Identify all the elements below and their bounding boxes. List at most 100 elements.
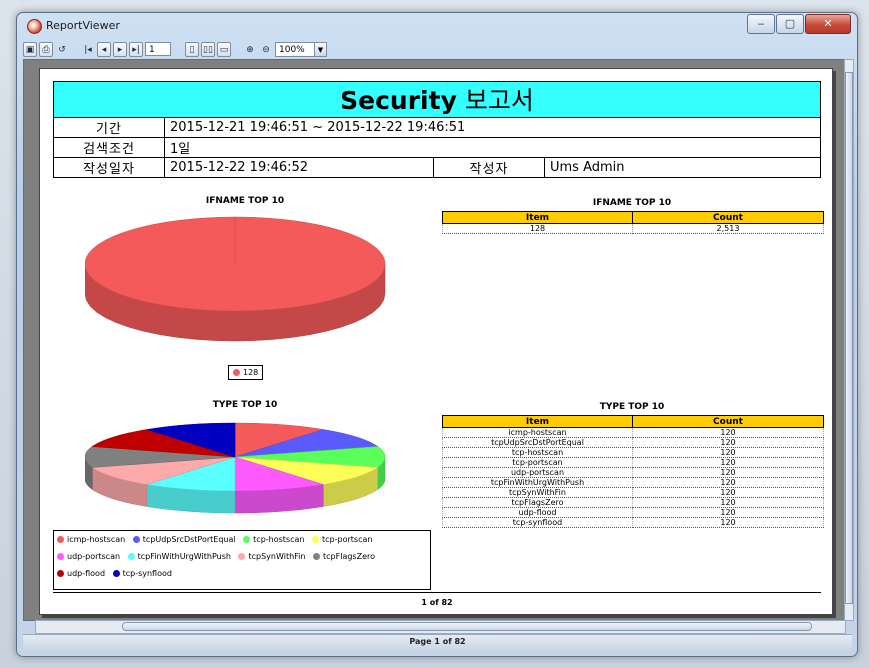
legend-swatch [243, 536, 251, 543]
minimize-button[interactable]: ‒ [747, 14, 775, 34]
ifname-table-title: IFNAME TOP 10 [592, 198, 672, 208]
table-row: icmp-hostscan 120 [442, 427, 824, 438]
legend-item: udp-portscan [57, 552, 120, 561]
table-row: 128 2,513 [442, 223, 824, 234]
legend-row: icmp-hostscan tcpUdpSrcDstPortEqual tcp-… [57, 535, 427, 552]
author-label: 작성자 [433, 157, 545, 178]
legend-swatch [312, 536, 320, 543]
column-header-count: Count [632, 211, 824, 224]
legend-label: tcpSynWithFin [248, 552, 306, 561]
legend-label: 128 [243, 368, 259, 377]
column-header-item: Item [442, 211, 633, 224]
cell-count: 2,513 [632, 223, 824, 234]
chevron-down-icon[interactable]: ▼ [314, 42, 326, 56]
legend-swatch [233, 369, 240, 376]
cell-item: tcp-hostscan [442, 447, 633, 458]
zoom-select[interactable]: 100% ▼ [275, 41, 327, 57]
type-pie-chart [85, 422, 386, 514]
close-button[interactable]: ✕ [805, 14, 851, 34]
table-row: tcpFlagsZero 120 [442, 497, 824, 508]
next-page-icon[interactable]: ▸ [113, 41, 127, 57]
cell-item: tcpSynWithFin [442, 487, 633, 498]
cell-count: 120 [632, 427, 824, 438]
cell-count: 120 [632, 487, 824, 498]
table-row: udp-flood 120 [442, 507, 824, 518]
vertical-scroll-thumb[interactable] [845, 72, 853, 604]
zoom-value: 100% [279, 44, 305, 55]
column-header-item: Item [442, 415, 633, 428]
first-page-icon[interactable]: |◂ [81, 42, 95, 57]
legend-label: udp-portscan [67, 552, 121, 561]
zoom-out-icon[interactable]: ⊖ [259, 42, 273, 57]
author-value: Ums Admin [544, 157, 821, 178]
cell-count: 120 [632, 457, 824, 468]
legend-item: tcp-synflood [112, 569, 172, 578]
created-label: 작성일자 [53, 157, 165, 178]
legend-label: udp-flood [67, 569, 106, 578]
cell-item: tcp-portscan [442, 457, 633, 468]
page-footer: 1 of 82 [421, 598, 453, 607]
legend-label: tcp-hostscan [253, 535, 305, 544]
ifname-table: Item Count 128 2,513 [442, 211, 824, 234]
legend-label: tcp-portscan [322, 535, 373, 544]
table-row: tcp-synflood 120 [442, 517, 824, 528]
type-chart-title: TYPE TOP 10 [212, 400, 278, 410]
page-number-input[interactable]: 1 [145, 42, 171, 56]
maximize-button[interactable]: ▢ [776, 14, 804, 34]
legend-label: tcp-synflood [122, 569, 172, 578]
criteria-label: 검색조건 [53, 137, 165, 158]
report-title-ko: 보고서 [464, 86, 534, 115]
last-page-icon[interactable]: ▸| [129, 41, 143, 57]
type-table: Item Count icmp-hostscan 120 tcpUdpSrcDstP… [442, 415, 824, 528]
save-icon[interactable]: ▣ [23, 41, 37, 57]
table-row: tcpUdpSrcDstPortEqual 120 [442, 437, 824, 448]
single-page-icon[interactable]: ▯ [185, 41, 199, 57]
cell-count: 120 [632, 447, 824, 458]
app-icon [27, 19, 42, 34]
report-page: Security 보고서 기간 2015-12-21 19:46:51 ~ 20… [39, 68, 833, 615]
period-value: 2015-12-21 19:46:51 ~ 2015-12-22 19:46:5… [164, 117, 821, 138]
horizontal-scroll-thumb[interactable] [122, 622, 812, 631]
legend-swatch [127, 553, 135, 560]
cell-item: tcp-synflood [442, 517, 633, 528]
legend-label: tcpFlagsZero [323, 552, 376, 561]
report-viewer-window: ReportViewer ‒ ▢ ✕ ▣ ⎙ ↺ |◂ ◂ ▸ ▸| 1 ▯ ▯… [16, 12, 858, 657]
created-value: 2015-12-22 19:46:52 [164, 157, 434, 178]
legend-row: udp-portscan tcpFinWithUrgWithPush tcpSy… [57, 552, 427, 569]
report-title: Security 보고서 [53, 81, 821, 118]
legend-item: tcpSynWithFin [238, 552, 305, 561]
cell-count: 120 [632, 507, 824, 518]
legend-item: tcpUdpSrcDstPortEqual [132, 535, 236, 544]
continuous-page-icon[interactable]: ▯▯ [201, 41, 215, 57]
legend-item: udp-flood [57, 569, 105, 578]
cell-count: 120 [632, 517, 824, 528]
window-title: ReportViewer [46, 19, 120, 32]
zoom-in-icon[interactable]: ⊕ [243, 42, 257, 57]
ifname-chart-title: IFNAME TOP 10 [205, 196, 285, 206]
legend-swatch [132, 536, 140, 543]
cell-item: icmp-hostscan [442, 427, 633, 438]
footer-divider [53, 592, 821, 593]
cell-item: udp-portscan [442, 467, 633, 478]
type-table-title: TYPE TOP 10 [599, 402, 665, 412]
print-icon[interactable]: ⎙ [39, 41, 53, 57]
type-legend: icmp-hostscan tcpUdpSrcDstPortEqual tcp-… [53, 530, 431, 590]
criteria-value: 1일 [164, 137, 821, 158]
legend-swatch [313, 553, 321, 560]
cell-count: 120 [632, 497, 824, 508]
legend-item: tcp-portscan [312, 535, 372, 544]
legend-item: icmp-hostscan [57, 535, 125, 544]
vertical-scrollbar[interactable] [844, 59, 854, 621]
horizontal-scrollbar[interactable] [35, 620, 846, 634]
cell-count: 120 [632, 437, 824, 448]
cell-item: tcpFlagsZero [442, 497, 633, 508]
title-bar: ReportViewer ‒ ▢ ✕ [17, 13, 857, 39]
ifname-pie-chart [85, 216, 386, 342]
legend-item: tcpFinWithUrgWithPush [127, 552, 231, 561]
legend-swatch [57, 553, 64, 560]
refresh-icon[interactable]: ↺ [55, 42, 69, 57]
facing-page-icon[interactable]: ▭ [217, 41, 231, 57]
cell-item: tcpFinWithUrgWithPush [442, 477, 633, 488]
prev-page-icon[interactable]: ◂ [97, 41, 111, 57]
period-label: 기간 [53, 117, 165, 138]
